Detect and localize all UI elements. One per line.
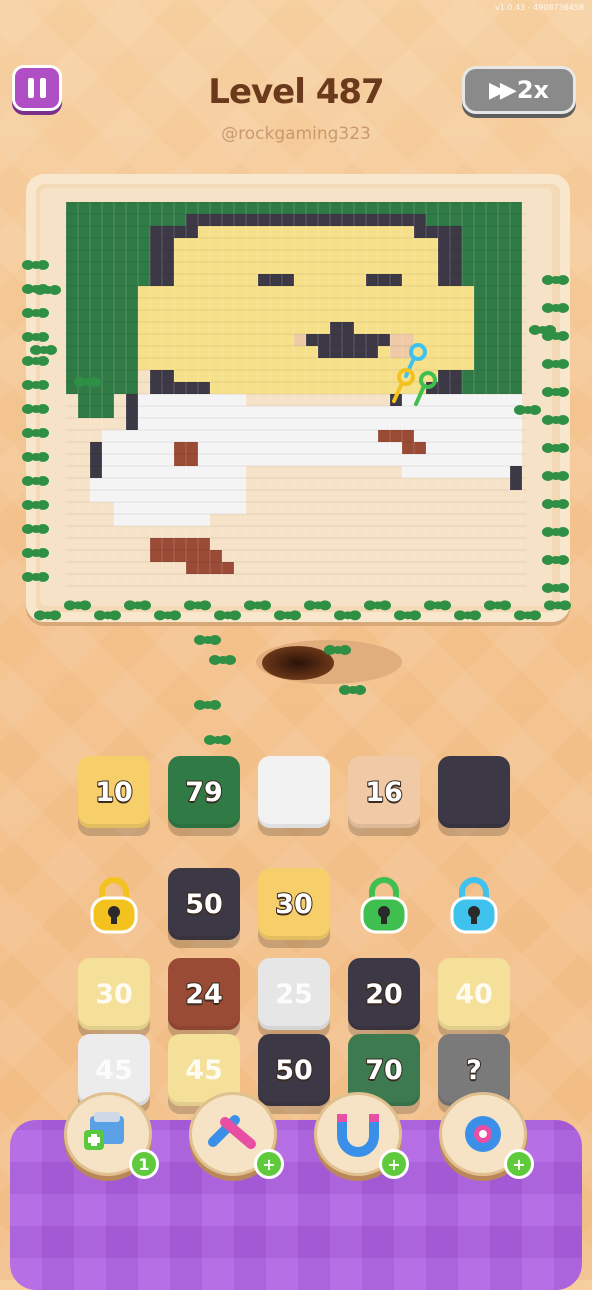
- yellow-lock-icon: [86, 874, 142, 936]
- grid-tile-r1-c2[interactable]: 50: [168, 868, 240, 940]
- booster-count-badge: +: [504, 1149, 534, 1179]
- queue-slot-2[interactable]: 79: [168, 756, 240, 828]
- grid-tile-r2-c2[interactable]: 24: [168, 958, 240, 1030]
- vacuum-booster-button[interactable]: +: [439, 1092, 534, 1179]
- queue-slot-5[interactable]: [438, 756, 510, 828]
- booster-count-badge: 1: [129, 1149, 159, 1179]
- queue-slot-4[interactable]: 16: [348, 756, 420, 828]
- tile-count: 50: [184, 888, 224, 921]
- tile-count: 45: [95, 1054, 133, 1086]
- grid-tile-r1-c3[interactable]: 30: [258, 868, 330, 940]
- tile-count: 24: [184, 978, 224, 1011]
- add-box-booster-button[interactable]: 1: [64, 1092, 159, 1179]
- tile-count: 25: [275, 978, 313, 1010]
- tile-count: 70: [364, 1054, 404, 1087]
- blue-lock-icon: [446, 874, 502, 936]
- tile-count: 79: [184, 776, 224, 809]
- grid-tile-r2-c5[interactable]: 40: [438, 958, 510, 1030]
- queue-slot-1[interactable]: 10: [78, 756, 150, 828]
- grid-tile-r2-c4[interactable]: 20: [348, 958, 420, 1030]
- tile-count: 40: [455, 978, 493, 1010]
- booster-count-badge: +: [379, 1149, 409, 1179]
- ant-swarm: [22, 260, 571, 745]
- grid-tile-r2-c3[interactable]: 25: [258, 958, 330, 1030]
- tile-count: 45: [185, 1054, 223, 1086]
- tile-count: 10: [94, 776, 134, 809]
- tile-count: 30: [95, 978, 133, 1010]
- tile-count: 16: [364, 776, 404, 809]
- tile-count: 30: [274, 888, 314, 921]
- grid-tile-r2-c1[interactable]: 30: [78, 958, 150, 1030]
- swap-booster-button[interactable]: +: [189, 1092, 284, 1179]
- tile-count: 20: [364, 978, 404, 1011]
- green-lock-icon: [356, 874, 412, 936]
- tile-count: 50: [274, 1054, 314, 1087]
- queue-slot-3[interactable]: [258, 756, 330, 828]
- tile-count: ?: [465, 1054, 483, 1087]
- booster-count-badge: +: [254, 1149, 284, 1179]
- magnet-booster-button[interactable]: +: [314, 1092, 409, 1179]
